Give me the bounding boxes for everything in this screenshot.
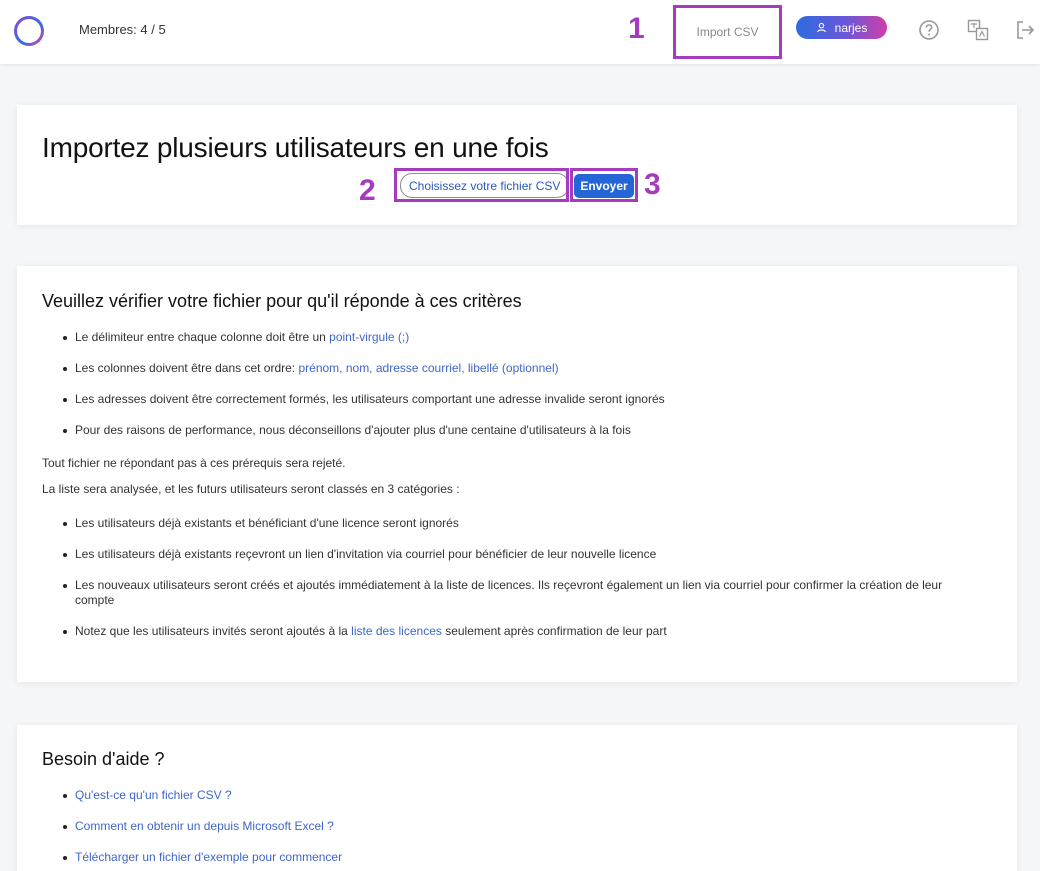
- help-card: Besoin d'aide ? Qu'est-ce qu'un fichier …: [17, 725, 1017, 871]
- list-item: Le délimiteur entre chaque colonne doit …: [63, 330, 975, 345]
- user-menu-button[interactable]: narjes: [796, 16, 887, 39]
- annotation-box-2: [394, 168, 569, 202]
- top-bar: Membres: 4 / 5 1 Import CSV narjes: [0, 0, 1040, 64]
- list-item: Les nouveaux utilisateurs seront créés e…: [63, 578, 975, 608]
- import-card: Importez plusieurs utilisateurs en une f…: [17, 105, 1017, 225]
- inline-link[interactable]: point-virgule (;): [329, 330, 409, 344]
- help-link-what-is-csv[interactable]: Qu'est-ce qu'un fichier CSV ?: [75, 788, 232, 802]
- list-item: Comment en obtenir un depuis Microsoft E…: [63, 819, 975, 834]
- annotation-number-3: 3: [644, 168, 661, 201]
- list-item: Pour des raisons de performance, nous dé…: [63, 423, 975, 438]
- user-icon: [816, 22, 826, 33]
- list-item: Qu'est-ce qu'un fichier CSV ?: [63, 788, 975, 803]
- user-name: narjes: [834, 20, 868, 35]
- criteria-list: Le délimiteur entre chaque colonne doit …: [63, 330, 975, 438]
- help-title: Besoin d'aide ?: [42, 749, 165, 769]
- annotation-box-3: [570, 168, 638, 202]
- help-icon[interactable]: [918, 19, 940, 41]
- list-item: Télécharger un fichier d'exemple pour co…: [63, 850, 975, 865]
- reject-note: Tout fichier ne répondant pas à ces prér…: [42, 456, 346, 470]
- list-item: Notez que les utilisateurs invités seron…: [63, 624, 975, 639]
- analysis-note: La liste sera analysée, et les futurs ut…: [42, 482, 460, 496]
- list-item: Les adresses doivent être correctement f…: [63, 392, 975, 407]
- list-item: Les utilisateurs déjà existants reçevron…: [63, 547, 975, 562]
- logout-icon[interactable]: [1014, 19, 1036, 41]
- annotation-number-1: 1: [628, 12, 645, 45]
- criteria-card: Veuillez vérifier votre fichier pour qu'…: [17, 266, 1017, 682]
- help-link-from-excel[interactable]: Comment en obtenir un depuis Microsoft E…: [75, 819, 334, 833]
- translate-icon[interactable]: [967, 19, 989, 41]
- annotation-box-1: [673, 5, 782, 59]
- inline-link[interactable]: prénom, nom, adresse courriel, libellé (…: [298, 361, 558, 375]
- list-item: Les colonnes doivent être dans cet ordre…: [63, 361, 975, 376]
- members-count: Membres: 4 / 5: [79, 22, 166, 37]
- criteria-title: Veuillez vérifier votre fichier pour qu'…: [42, 291, 522, 311]
- annotation-number-2: 2: [359, 174, 376, 207]
- help-link-download-example[interactable]: Télécharger un fichier d'exemple pour co…: [75, 850, 342, 864]
- licenses-list-link[interactable]: liste des licences: [351, 624, 442, 638]
- page-title: Importez plusieurs utilisateurs en une f…: [42, 132, 549, 163]
- list-item: Les utilisateurs déjà existants et bénéf…: [63, 516, 975, 531]
- categories-list: Les utilisateurs déjà existants et bénéf…: [63, 516, 975, 639]
- app-logo[interactable]: [14, 16, 44, 46]
- help-links: Qu'est-ce qu'un fichier CSV ? Comment en…: [63, 788, 975, 865]
